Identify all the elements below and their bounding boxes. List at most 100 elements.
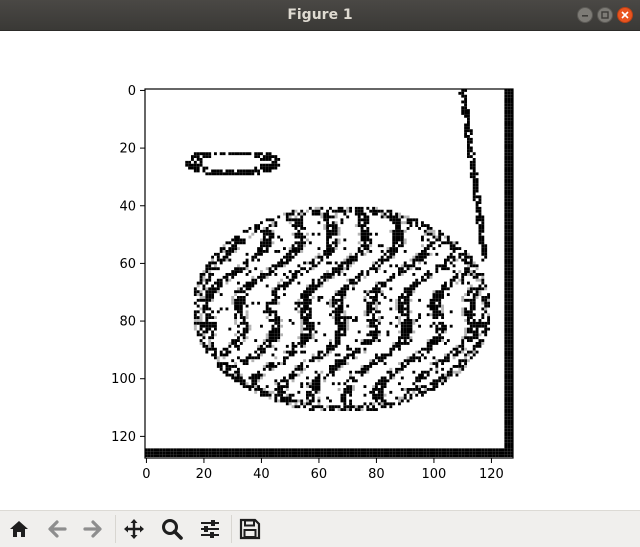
image-pixel [461,298,465,302]
image-pixel [334,221,338,225]
image-pixel [294,451,298,455]
image-pixel [504,419,508,423]
image-pixel [398,267,401,271]
image-pixel [231,250,235,253]
image-pixel [147,448,151,452]
image-pixel [467,327,470,331]
pan-button[interactable] [119,514,149,544]
image-pixel [469,264,473,268]
image-pixel [268,330,272,334]
image-pixel [507,198,511,202]
image-pixel [214,172,217,176]
x-tick-label: 40 [253,467,270,482]
image-pixel [329,344,332,348]
image-pixel [380,405,384,409]
image-pixel [435,379,439,383]
image-pixel [262,339,266,343]
image-pixel [481,235,485,239]
image-pixel [222,258,226,262]
image-pixel [222,152,226,156]
image-pixel [337,448,341,452]
image-pixel [317,247,321,251]
image-pixel [248,385,252,389]
image-pixel [334,209,338,213]
image-pixel [317,353,321,357]
configure-subplots-button[interactable] [195,514,225,544]
image-pixel [472,198,476,202]
image-pixel [467,143,470,147]
image-pixel [375,319,378,322]
image-pixel [478,287,482,291]
image-pixel [400,333,404,337]
close-button[interactable] [617,7,633,23]
image-pixel [418,385,422,389]
image-pixel [464,333,468,337]
image-pixel [280,258,284,262]
image-pixel [357,278,361,282]
image-pixel [377,321,381,325]
save-button[interactable] [235,514,265,544]
image-pixel [429,339,433,343]
image-plot[interactable]: 0 20 40 60 80 100 120 020406080100120 [0,31,640,510]
home-button[interactable] [4,514,34,544]
image-pixel [507,250,511,253]
image-pixel [395,324,399,328]
forward-button[interactable] [78,514,108,544]
image-pixel [426,252,430,256]
image-pixel [193,163,197,167]
back-button[interactable] [42,514,72,544]
image-pixel [421,448,424,452]
image-pixel [421,224,424,228]
image-pixel [429,344,433,348]
image-pixel [300,350,304,354]
image-pixel [452,356,456,360]
figure-canvas[interactable]: 0 20 40 60 80 100 120 0 20 40 60 80 100 120 [0,31,640,510]
image-pixel [461,91,465,95]
image-pixel [274,347,278,351]
maximize-button[interactable] [597,7,613,23]
image-pixel [441,339,445,343]
image-pixel [306,296,309,299]
image-pixel [403,250,407,253]
image-pixel [484,451,488,455]
image-pixel [375,353,378,357]
image-pixel [435,365,439,368]
image-pixel [461,359,465,363]
image-pixel [334,247,338,251]
image-pixel [441,382,445,386]
image-pixel [366,405,370,409]
zoom-button[interactable] [157,514,187,544]
image-pixel [467,261,470,265]
image-pixel [366,218,370,222]
image-pixel [265,365,269,368]
image-pixel [464,261,468,265]
image-pixel [429,454,433,458]
image-pixel [377,451,381,455]
image-pixel [389,373,393,377]
image-pixel [484,296,488,299]
image-pixel [239,321,243,325]
title-bar[interactable]: Figure 1 [0,0,640,31]
image-pixel [176,448,180,452]
image-pixel [507,304,511,308]
minimize-button[interactable] [577,7,593,23]
image-pixel [234,250,238,253]
image-pixel [228,451,232,455]
image-pixel [271,290,275,294]
image-pixel [208,264,212,268]
image-pixel [469,273,473,276]
image-pixel [280,319,284,322]
image-pixel [202,451,206,455]
image-pixel [196,454,200,458]
image-pixel [242,385,246,389]
image-pixel [262,373,266,377]
image-pixel [205,324,209,328]
image-pixel [308,321,312,325]
image-pixel [395,227,399,230]
image-pixel [343,316,347,320]
image-pixel [398,382,401,386]
image-pixel [337,451,341,455]
image-pixel [306,393,309,397]
image-pixel [395,448,399,452]
image-pixel [234,451,238,455]
